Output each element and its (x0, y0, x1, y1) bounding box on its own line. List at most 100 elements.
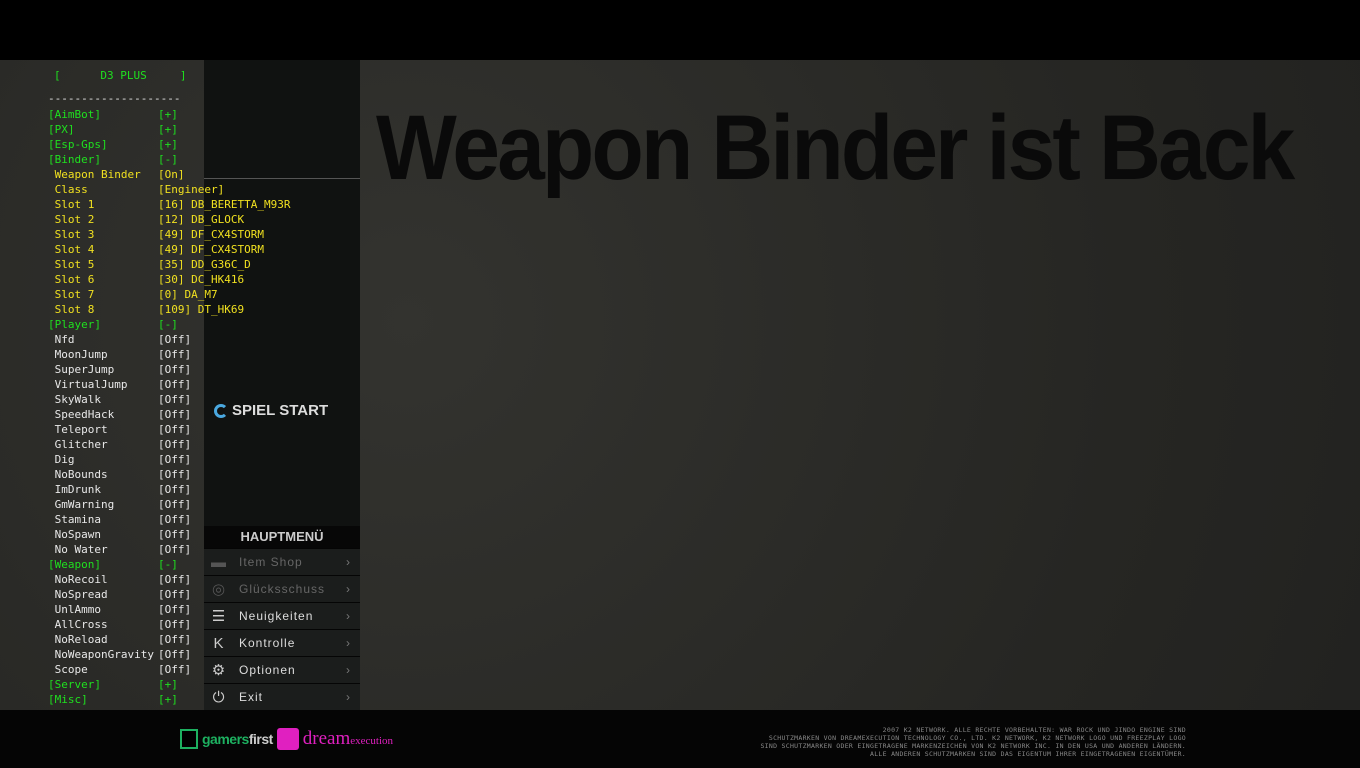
cheat-row-label: NoSpawn (48, 528, 101, 541)
cheat-row-value: [-] (158, 558, 178, 571)
menu-item-kontrolle[interactable]: K Kontrolle › (204, 629, 360, 656)
cheat-row-label: GmWarning (48, 498, 115, 511)
cheat-row-value: [Off] (158, 573, 192, 586)
cheat-row-value: [109] DT_HK69 (158, 303, 245, 316)
cheat-row-value: [Off] (158, 528, 192, 541)
cheat-row-label: ImDrunk (48, 483, 101, 496)
top-letterbox (0, 0, 1360, 60)
game-start-button[interactable]: SPIEL START (214, 402, 328, 419)
menu-item-label: Optionen (239, 663, 296, 677)
cheat-row-label: SkyWalk (48, 393, 101, 406)
cheat-row-label: [AimBot] (48, 108, 101, 121)
cheat-row-label: Stamina (48, 513, 101, 526)
cheat-row-value: [Off] (158, 663, 192, 676)
main-menu-title: HAUPTMENÜ (204, 526, 360, 548)
cheat-row-value: [Off] (158, 348, 192, 361)
cheat-row-value: [35] DD_G36C_D (158, 258, 251, 271)
cheat-row-label: SuperJump (48, 363, 115, 376)
cheat-row-label: Slot 8 (48, 303, 95, 316)
menu-item-optionen[interactable]: ⚙ Optionen › (204, 656, 360, 683)
power-icon: ⏻ (212, 688, 226, 706)
cheat-row-label: NoRecoil (48, 573, 108, 586)
cheat-row-label: [Server] (48, 678, 101, 691)
cheat-row-label: Glitcher (48, 438, 108, 451)
cheat-row-value: [Off] (158, 423, 192, 436)
cheat-row-value: [Off] (158, 543, 192, 556)
cheat-row-label: SpeedHack (48, 408, 115, 421)
cheat-row-label: MoonJump (48, 348, 108, 361)
cheat-row-value: [Off] (158, 633, 192, 646)
cheat-row-label: Slot 4 (48, 243, 95, 256)
menu-item-label: Kontrolle (239, 636, 296, 650)
pistol-icon: ▬ (211, 553, 227, 571)
cheat-row-label: Nfd (48, 333, 75, 346)
menu-item-item-shop[interactable]: ▬ Item Shop › (204, 548, 360, 575)
menu-item-glücksschuss[interactable]: ◎ Glücksschuss › (204, 575, 360, 602)
menu-item-label: Neuigkeiten (239, 609, 314, 623)
cheat-row-value: [Off] (158, 453, 192, 466)
cheat-row-label: NoReload (48, 633, 108, 646)
gamersfirst-logo: gamersfirst (202, 731, 273, 747)
cheat-row-label: Slot 7 (48, 288, 95, 301)
gamersfirst-logo-icon (180, 729, 198, 749)
menu-item-exit[interactable]: ⏻ Exit › (204, 683, 360, 710)
side-panel (204, 60, 360, 526)
cheat-row-label: AllCross (48, 618, 108, 631)
cheat-row-value: [-] (158, 318, 178, 331)
chevron-right-icon: › (346, 636, 351, 650)
cheat-row-value: [16] DB_BERETTA_M93R (158, 198, 291, 211)
cheat-row-value: [+] (158, 123, 178, 136)
cheat-row-label: [Player] (48, 318, 101, 331)
cheat-row-label: VirtualJump (48, 378, 128, 391)
menu-item-label: Glücksschuss (239, 582, 326, 596)
chevron-right-icon: › (346, 663, 351, 677)
cheat-row-label: Slot 6 (48, 273, 95, 286)
dreamexecution-logo: dreamexecution (302, 728, 394, 749)
cheat-row-label: Dig (48, 453, 75, 466)
cheat-row-value: [0] DA_M7 (158, 288, 218, 301)
cheat-row-label: Weapon Binder (48, 168, 141, 181)
cheat-row-label: Class (48, 183, 88, 196)
news-icon: ☰ (211, 608, 227, 625)
cheat-row-value: [Off] (158, 468, 192, 481)
gear-icon: ⚙ (211, 662, 227, 679)
cheat-row-label: Teleport (48, 423, 108, 436)
cheat-row-value: [Off] (158, 513, 192, 526)
copyright-text: 2007 K2 Network. Alle Rechte vorbehalten… (760, 726, 1186, 758)
cheat-row-value: [-] (158, 153, 178, 166)
cheat-row-label: [Esp-Gps] (48, 138, 108, 151)
start-icon (214, 403, 228, 418)
cheat-row-label: Slot 5 (48, 258, 95, 271)
copyright-line: Schutzmarken von Dreamexecution Technolo… (768, 734, 1186, 742)
cheat-row-value: [On] (158, 168, 185, 181)
chevron-right-icon: › (346, 555, 351, 569)
cheat-row-value: [Off] (158, 618, 192, 631)
cheat-row-value: [49] DF_CX4STORM (158, 243, 264, 256)
cheat-row-value: [Off] (158, 588, 192, 601)
cheat-row-value: [Off] (158, 648, 192, 661)
chevron-right-icon: › (346, 582, 351, 596)
copyright-line: Alle anderen Schutzmarken sind das Eigen… (870, 750, 1186, 758)
cheat-menu-title: [ D3 PLUS ] (54, 69, 187, 82)
cheat-row-label: Scope (48, 663, 88, 676)
cheat-row-label: NoSpread (48, 588, 108, 601)
cheat-row-label: [Weapon] (48, 558, 101, 571)
cheat-row-label: [Misc] (48, 693, 88, 706)
cheat-row-label: Slot 2 (48, 213, 95, 226)
cheat-row-label: NoBounds (48, 468, 108, 481)
cheat-row-value: [+] (158, 678, 178, 691)
cheat-row-label: No Water (48, 543, 108, 556)
dreamexecution-cube-icon (276, 728, 299, 750)
cheat-row-value: [30] DC_HK416 (158, 273, 245, 286)
separator: -------------------- (48, 92, 181, 105)
start-label: SPIEL START (232, 402, 329, 419)
cheat-row-value: [49] DF_CX4STORM (158, 228, 264, 241)
cheat-row-value: [Off] (158, 408, 192, 421)
cheat-row-label: [Binder] (48, 153, 101, 166)
cheat-row-value: [Off] (158, 363, 192, 376)
main-menu: HAUPTMENÜ ▬ Item Shop › ◎ Glücksschuss › ☰ Neui… (204, 526, 360, 710)
headline: Weapon Binder ist Back (376, 97, 1295, 199)
cheat-row-label: Slot 1 (48, 198, 95, 211)
menu-item-neuigkeiten[interactable]: ☰ Neuigkeiten › (204, 602, 360, 629)
cheat-row-label: UnlAmmo (48, 603, 101, 616)
